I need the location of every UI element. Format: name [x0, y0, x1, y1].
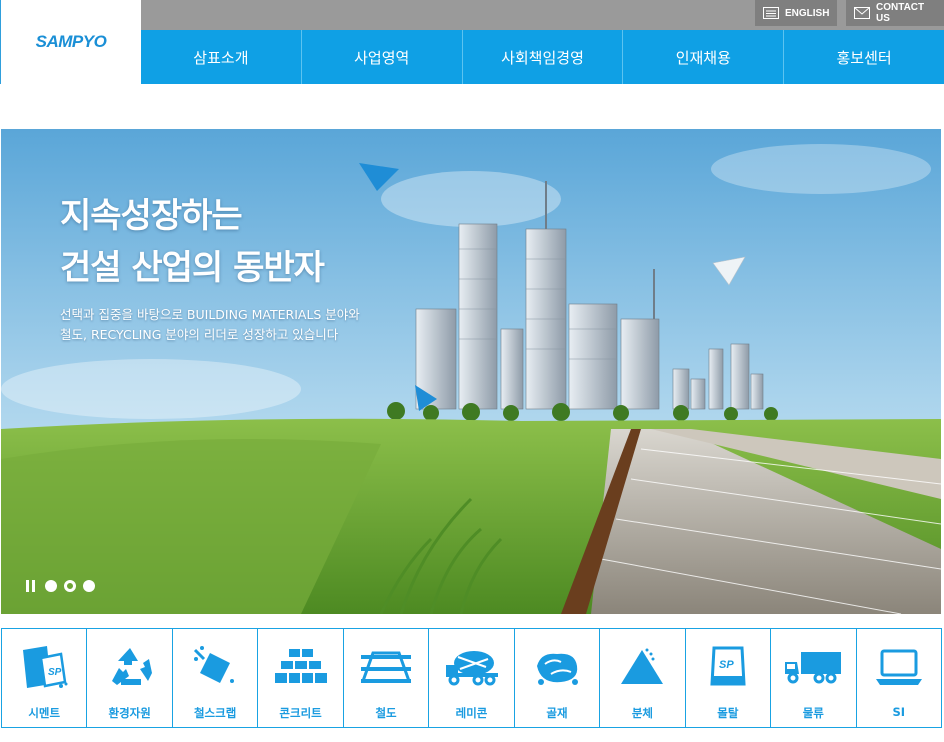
cement-bag-icon: SP [14, 643, 74, 691]
svg-text:SP: SP [719, 659, 734, 671]
category-label: 시멘트 [28, 706, 61, 720]
hero-subtitle-line1: 선택과 집중을 바탕으로 BUILDING MATERIALS 분야와 [60, 307, 360, 322]
logo[interactable]: SAMPYO [0, 0, 141, 84]
concrete-blocks-icon [271, 643, 331, 691]
nav-item-careers[interactable]: 인재채용 [623, 30, 785, 84]
slide-controls [26, 580, 95, 592]
category-label: 몰탈 [717, 706, 739, 720]
nav-item-about[interactable]: 삼표소개 [141, 30, 302, 84]
english-button[interactable]: ENGLISH [755, 0, 837, 26]
slide-dot-2[interactable] [64, 580, 76, 592]
logo-text[interactable]: SAMPYO [36, 32, 107, 52]
hero-title-line1: 지속성장하는 [60, 196, 243, 236]
contact-us-button[interactable]: CONTACT US [846, 0, 944, 26]
pause-icon[interactable] [26, 580, 38, 592]
category-label: 물류 [802, 706, 824, 720]
category-aggregate[interactable]: 골재 [515, 629, 601, 727]
category-powder[interactable]: 분체 [600, 629, 686, 727]
hero-subtitle: 선택과 집중을 바탕으로 BUILDING MATERIALS 분야와 철도, … [60, 305, 360, 345]
english-label: ENGLISH [785, 7, 830, 19]
railway-icon [356, 643, 416, 691]
utility-bar: ENGLISH CONTACT US [141, 0, 944, 30]
category-label: 분체 [631, 706, 653, 720]
category-label: 레미콘 [455, 706, 488, 720]
hero-subtitle-line2: 철도, RECYCLING 분야의 리더로 성장하고 있습니다 [60, 327, 339, 342]
keyboard-icon [763, 7, 779, 19]
category-logistics[interactable]: 물류 [771, 629, 857, 727]
nav-item-pr-center[interactable]: 홍보센터 [784, 30, 944, 84]
logistics-truck-icon [783, 643, 843, 691]
hero-title-line2: 건설 산업의 동반자 [60, 248, 325, 288]
category-si[interactable]: SI [857, 629, 941, 727]
svg-text:SP: SP [48, 667, 62, 678]
nav-item-csr[interactable]: 사회책임경영 [463, 30, 624, 84]
category-label: 철스크랩 [193, 706, 237, 720]
category-mortar[interactable]: SP 몰탈 [686, 629, 772, 727]
slide-dot-1[interactable] [45, 580, 57, 592]
hero-title: 지속성장하는 건설 산업의 동반자 [60, 190, 325, 294]
sampyo-homepage: SAMPYO ENGLISH CONTACT US 삼표소개 사업영역 사회책임… [0, 0, 944, 742]
mortar-bag-icon: SP [698, 643, 758, 691]
category-label: 콘크리트 [279, 706, 322, 720]
category-scrap[interactable]: 철스크랩 [173, 629, 259, 727]
contact-us-label: CONTACT US [876, 2, 925, 24]
recycle-icon [100, 643, 160, 691]
category-concrete[interactable]: 콘크리트 [258, 629, 344, 727]
scrap-metal-icon [185, 643, 245, 691]
nav-item-business[interactable]: 사업영역 [302, 30, 463, 84]
category-railway[interactable]: 철도 [344, 629, 430, 727]
main-nav: 삼표소개 사업영역 사회책임경영 인재채용 홍보센터 [141, 30, 944, 84]
category-cement[interactable]: SP 시멘트 [2, 629, 88, 727]
laptop-icon [869, 643, 929, 691]
category-label: 철도 [375, 706, 397, 720]
aggregate-icon [527, 643, 587, 691]
category-label: 골재 [546, 706, 568, 720]
category-label: 환경자원 [108, 706, 151, 720]
category-label: SI [892, 705, 906, 719]
category-environment[interactable]: 환경자원 [87, 629, 173, 727]
powder-pile-icon [612, 643, 672, 691]
slide-dot-3[interactable] [83, 580, 95, 592]
business-category-menu: SP 시멘트 환경자원 철스크랩 콘크리트 철도 레미콘 골재 분체 SP 몰탈… [1, 628, 942, 728]
category-remicon[interactable]: 레미콘 [429, 629, 515, 727]
envelope-icon [854, 7, 870, 19]
mixer-truck-icon [441, 643, 501, 691]
